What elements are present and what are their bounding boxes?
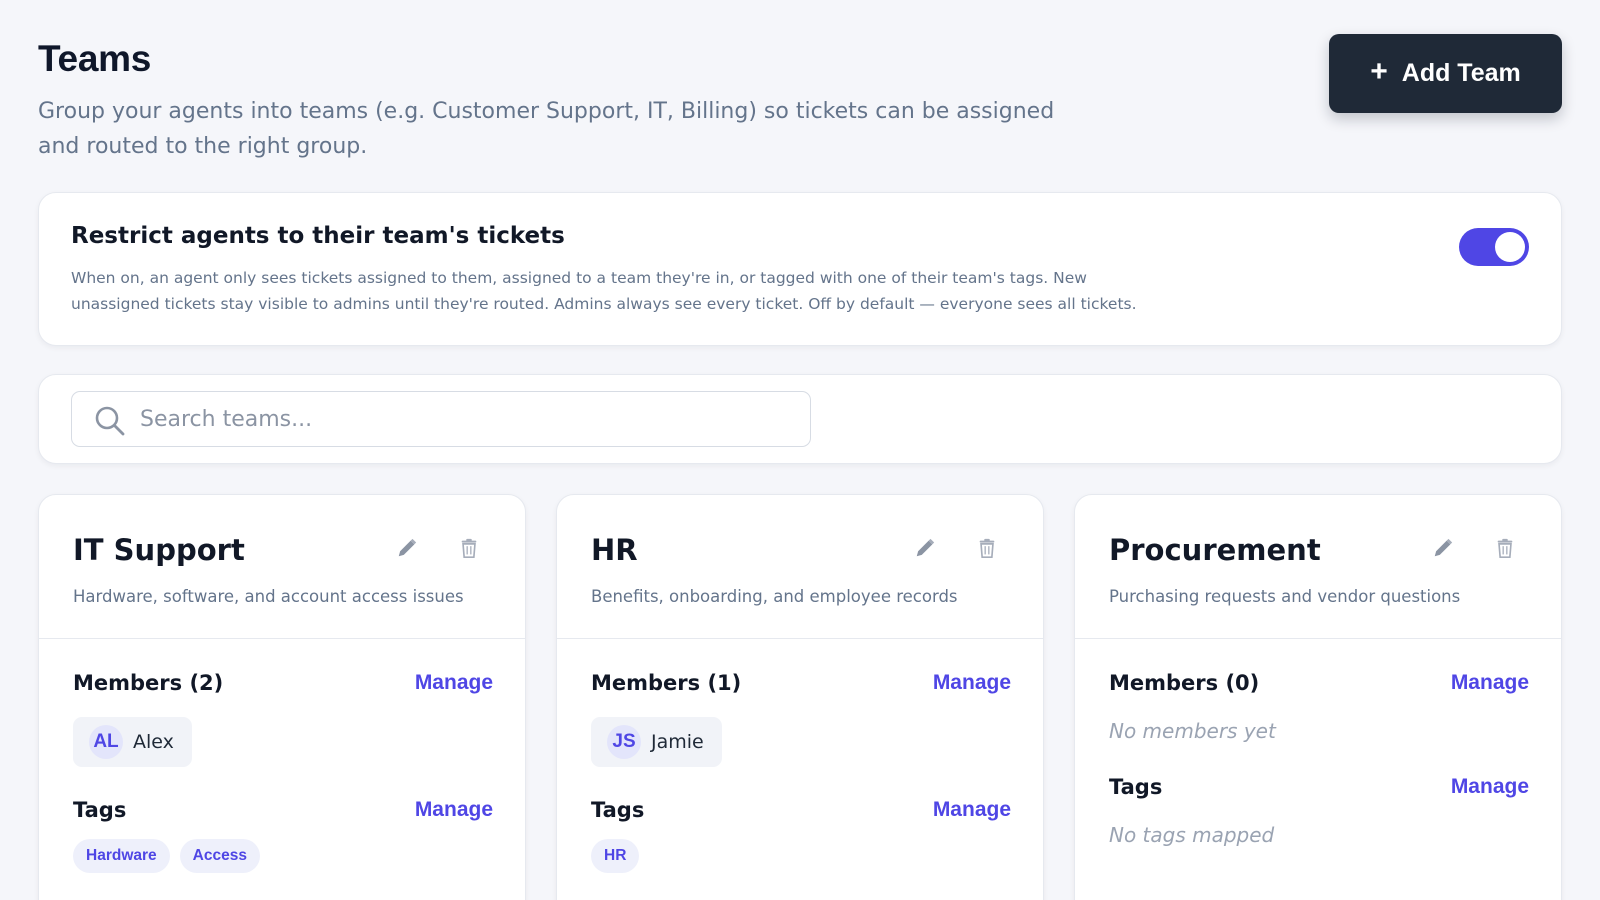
tags-label: Tags — [73, 798, 127, 822]
team-card-procurement: Procurement Purchasing requests and vend… — [1074, 494, 1562, 900]
pencil-icon — [398, 538, 417, 557]
team-description: Benefits, onboarding, and employee recor… — [591, 587, 958, 606]
pencil-icon — [1434, 538, 1453, 557]
edit-team-button[interactable] — [910, 533, 940, 563]
tags-list: HR — [591, 839, 640, 873]
avatar: AL — [89, 725, 123, 759]
edit-team-button[interactable] — [392, 533, 422, 563]
team-name: Procurement — [1109, 533, 1321, 567]
page-title: Teams — [38, 38, 151, 79]
manage-members-link[interactable]: Manage — [933, 671, 1011, 695]
search-box — [71, 391, 811, 447]
page-subtitle: Group your agents into teams (e.g. Custo… — [38, 99, 1055, 159]
trash-icon — [1497, 538, 1513, 558]
team-card-it-support: IT Support Hardware, software, and accou… — [38, 494, 526, 900]
plus-icon: + — [1370, 55, 1388, 88]
team-card-header: IT Support Hardware, software, and accou… — [39, 495, 525, 639]
manage-members-link[interactable]: Manage — [1451, 671, 1529, 695]
team-card-header: HR Benefits, onboarding, and employee re… — [557, 495, 1043, 639]
trash-icon — [979, 538, 995, 558]
manage-tags-link[interactable]: Manage — [1451, 775, 1529, 799]
team-card-header: Procurement Purchasing requests and vend… — [1075, 495, 1561, 639]
tag-chip: Hardware — [73, 839, 170, 873]
team-name: HR — [591, 533, 638, 567]
manage-members-link[interactable]: Manage — [415, 671, 493, 695]
search-icon — [95, 406, 125, 436]
member-name: Jamie — [651, 731, 704, 753]
pencil-icon — [916, 538, 935, 557]
team-name: IT Support — [73, 533, 245, 567]
trash-icon — [461, 538, 477, 558]
delete-team-button[interactable] — [1490, 533, 1520, 563]
restrict-setting-description: When on, an agent only sees tickets assi… — [71, 269, 1137, 313]
team-description: Hardware, software, and account access i… — [73, 587, 464, 606]
members-label: Members (0) — [1109, 671, 1260, 695]
delete-team-button[interactable] — [454, 533, 484, 563]
members-label: Members (1) — [591, 671, 742, 695]
member-chip[interactable]: AL Alex — [73, 717, 192, 767]
toggle-knob — [1495, 232, 1525, 262]
member-chip[interactable]: JS Jamie — [591, 717, 722, 767]
manage-tags-link[interactable]: Manage — [933, 798, 1011, 822]
tags-label: Tags — [591, 798, 645, 822]
add-team-button[interactable]: + Add Team — [1329, 34, 1562, 113]
team-card-hr: HR Benefits, onboarding, and employee re… — [556, 494, 1044, 900]
restrict-setting-title: Restrict agents to their team's tickets — [71, 223, 565, 249]
restrict-setting-panel: Restrict agents to their team's tickets … — [38, 192, 1562, 346]
team-description: Purchasing requests and vendor questions — [1109, 587, 1461, 606]
search-input[interactable] — [140, 392, 800, 446]
tags-list: Hardware Access — [73, 839, 260, 873]
member-name: Alex — [133, 731, 174, 753]
add-team-label: Add Team — [1401, 59, 1521, 87]
tag-chip: Access — [179, 839, 260, 873]
tags-label: Tags — [1109, 775, 1163, 799]
delete-team-button[interactable] — [972, 533, 1002, 563]
members-empty-note: No members yet — [1109, 719, 1276, 743]
members-label: Members (2) — [73, 671, 224, 695]
manage-tags-link[interactable]: Manage — [415, 798, 493, 822]
search-panel — [38, 374, 1562, 464]
tags-empty-note: No tags mapped — [1109, 823, 1275, 847]
restrict-toggle[interactable] — [1459, 228, 1529, 266]
tag-chip: HR — [591, 839, 640, 873]
avatar: JS — [607, 725, 641, 759]
edit-team-button[interactable] — [1428, 533, 1458, 563]
